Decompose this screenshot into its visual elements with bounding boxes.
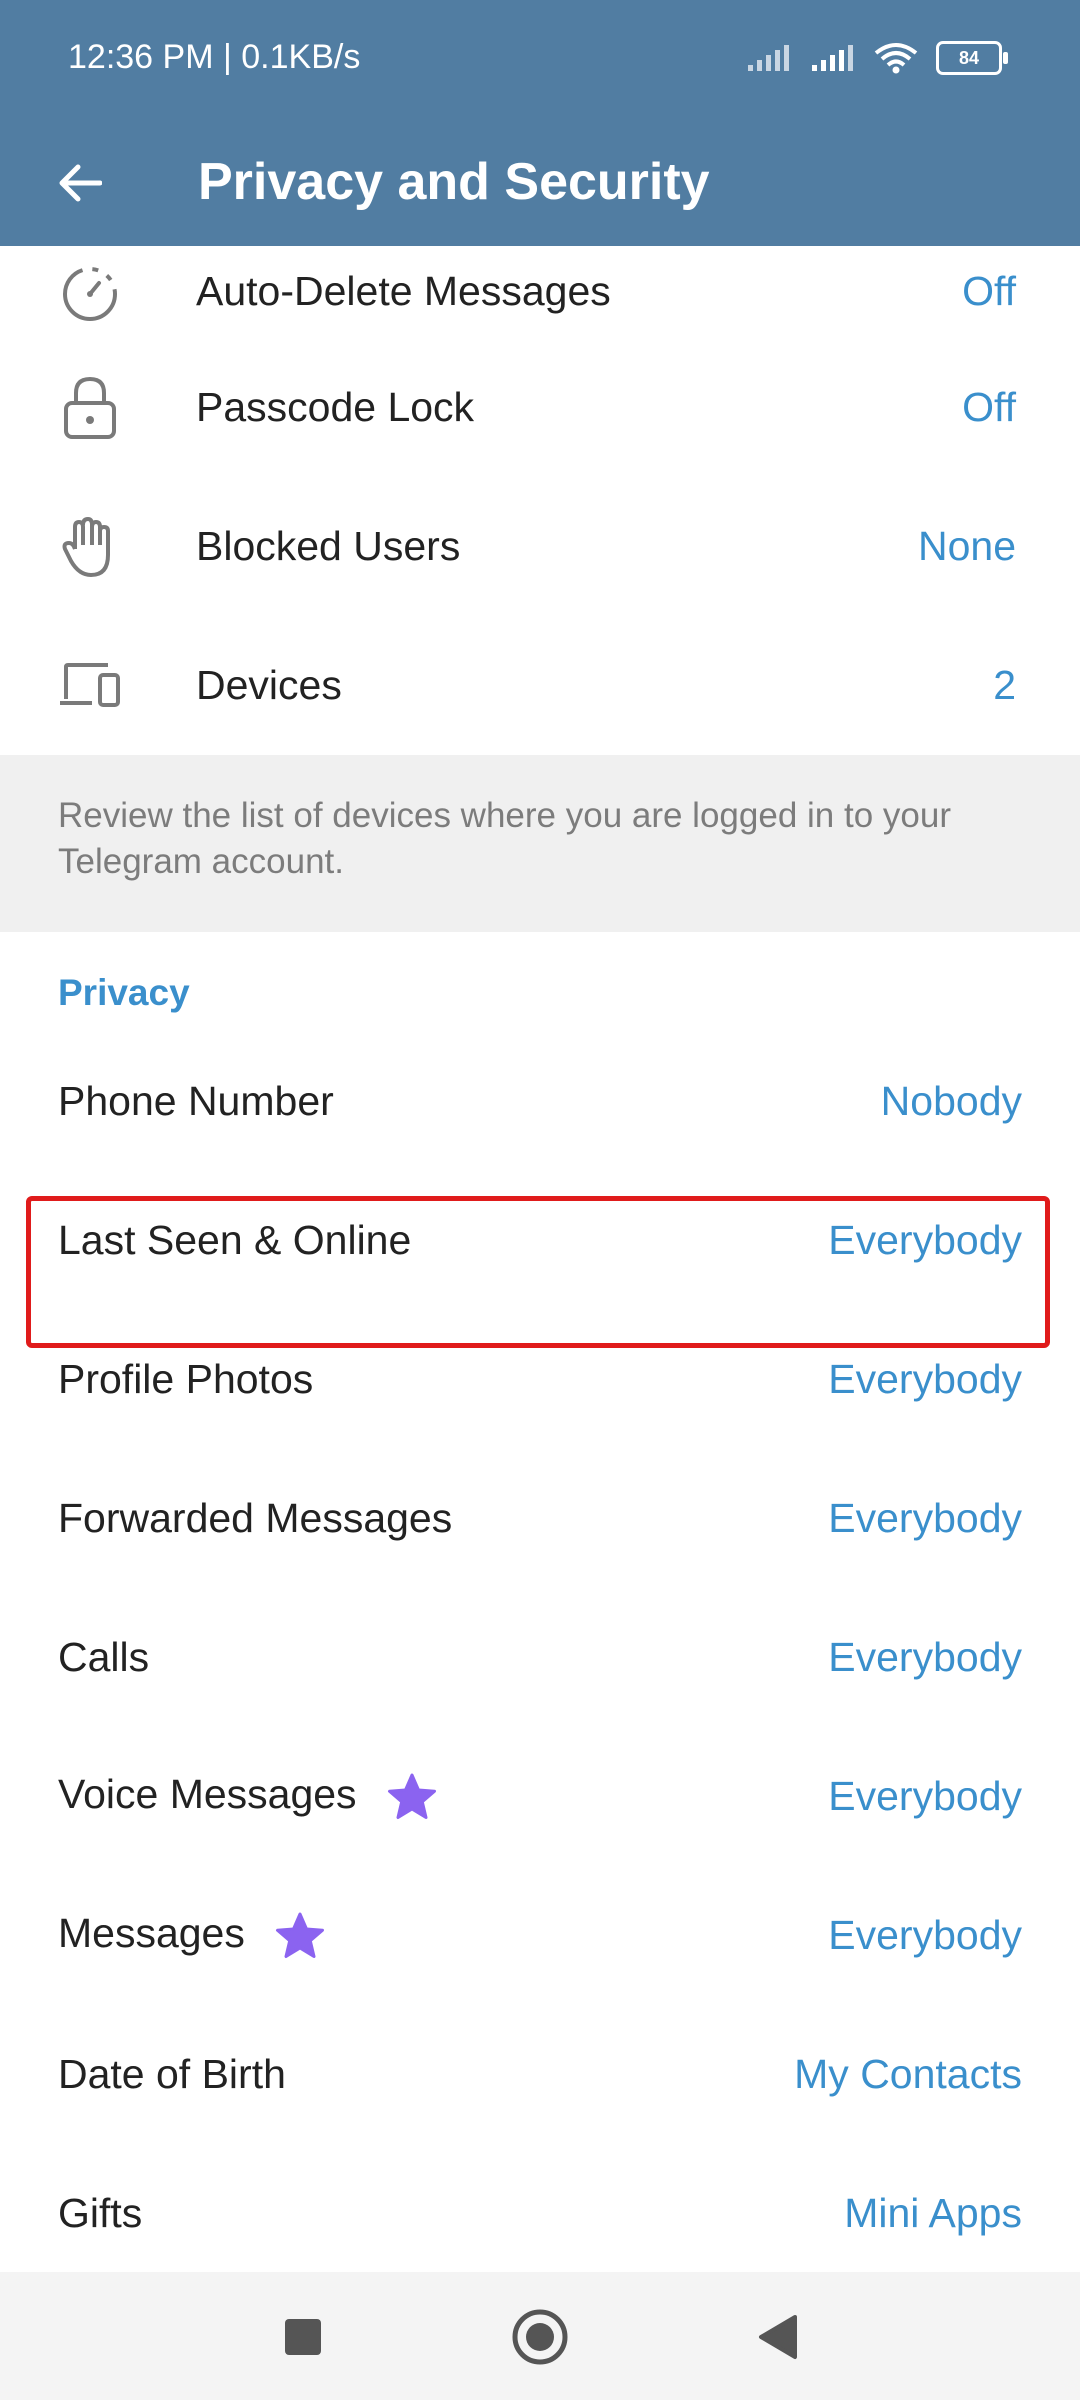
profile-photos-row[interactable]: Profile Photos Everybody <box>0 1310 1080 1449</box>
arrow-left-icon <box>59 164 102 202</box>
status-bar: 12:36 PM | 0.1KB/s 84 <box>0 0 1080 120</box>
app-bar: Privacy and Security <box>0 120 1080 246</box>
triangle-back-icon <box>759 2315 797 2359</box>
gifts-row[interactable]: Gifts Mini Apps <box>0 2144 1080 2283</box>
row-value: Off <box>962 384 1016 430</box>
hand-icon <box>58 515 122 579</box>
row-value: Off <box>962 268 1016 314</box>
row-value: My Contacts <box>794 2051 1022 2097</box>
row-value: Everybody <box>828 1217 1022 1263</box>
calls-row[interactable]: Calls Everybody <box>0 1588 1080 1727</box>
row-value: Mini Apps <box>844 2190 1022 2236</box>
auto-delete-messages-row[interactable]: Auto-Delete Messages Off <box>0 246 1080 338</box>
premium-star-icon <box>387 1773 436 1820</box>
devices-row[interactable]: Devices 2 <box>0 616 1080 755</box>
page-title: Privacy and Security <box>198 153 710 211</box>
row-label: Voice Messages <box>58 1770 357 1817</box>
status-time: 12:36 PM | 0.1KB/s <box>68 38 361 76</box>
row-value: Nobody <box>880 1078 1022 1124</box>
lock-icon <box>58 376 122 440</box>
row-label: Forwarded Messages <box>58 1495 453 1541</box>
signal-icon <box>748 45 789 71</box>
back-nav-button[interactable] <box>742 2302 812 2372</box>
premium-star-icon <box>276 1912 325 1959</box>
row-label-wrap: Messages <box>58 1910 326 1961</box>
row-label: Phone Number <box>58 1078 334 1124</box>
row-value: 2 <box>993 662 1016 708</box>
privacy-section-header: Privacy <box>0 932 1080 1032</box>
row-label: Date of Birth <box>58 2051 286 2097</box>
home-button[interactable] <box>505 2302 575 2372</box>
signal-icon <box>812 45 853 71</box>
section-title: Privacy <box>58 972 190 1013</box>
row-value: Everybody <box>828 1356 1022 1402</box>
recents-button[interactable] <box>268 2302 338 2372</box>
row-value: Everybody <box>828 1634 1022 1680</box>
row-label: Passcode Lock <box>196 384 475 430</box>
passcode-lock-row[interactable]: Passcode Lock Off <box>0 338 1080 477</box>
status-icons: 84 <box>746 38 1008 78</box>
timer-icon <box>58 262 122 326</box>
row-label: Profile Photos <box>58 1356 314 1402</box>
wifi-icon <box>874 43 918 74</box>
battery-icon: 84 <box>936 41 1008 75</box>
row-label: Auto-Delete Messages <box>196 268 611 314</box>
row-label: Blocked Users <box>196 523 461 569</box>
back-button[interactable] <box>44 148 114 218</box>
phone-number-row[interactable]: Phone Number Nobody <box>0 1032 1080 1171</box>
settings-list: Auto-Delete Messages Off Passcode Lock O… <box>0 246 1080 2283</box>
row-label: Last Seen & Online <box>58 1217 412 1263</box>
date-of-birth-row[interactable]: Date of Birth My Contacts <box>0 2005 1080 2144</box>
row-value: Everybody <box>828 1495 1022 1541</box>
last-seen-online-row[interactable]: Last Seen & Online Everybody <box>0 1171 1080 1310</box>
row-label: Gifts <box>58 2190 143 2236</box>
row-label: Messages <box>58 1909 245 1956</box>
row-label-wrap: Voice Messages <box>58 1771 438 1822</box>
voice-messages-row[interactable]: Voice Messages Everybody <box>0 1727 1080 1866</box>
system-nav-bar <box>0 2272 1080 2400</box>
row-label: Devices <box>196 662 342 708</box>
row-value: Everybody <box>828 1912 1022 1958</box>
messages-row[interactable]: Messages Everybody <box>0 1866 1080 2005</box>
square-icon <box>285 2319 321 2355</box>
circle-icon <box>512 2309 568 2365</box>
row-label: Calls <box>58 1634 150 1680</box>
forwarded-messages-row[interactable]: Forwarded Messages Everybody <box>0 1449 1080 1588</box>
blocked-users-row[interactable]: Blocked Users None <box>0 477 1080 616</box>
row-value: None <box>917 523 1016 569</box>
row-value: Everybody <box>828 1773 1022 1819</box>
devices-icon <box>58 654 122 718</box>
devices-info-text: Review the list of devices where you are… <box>0 755 1080 932</box>
